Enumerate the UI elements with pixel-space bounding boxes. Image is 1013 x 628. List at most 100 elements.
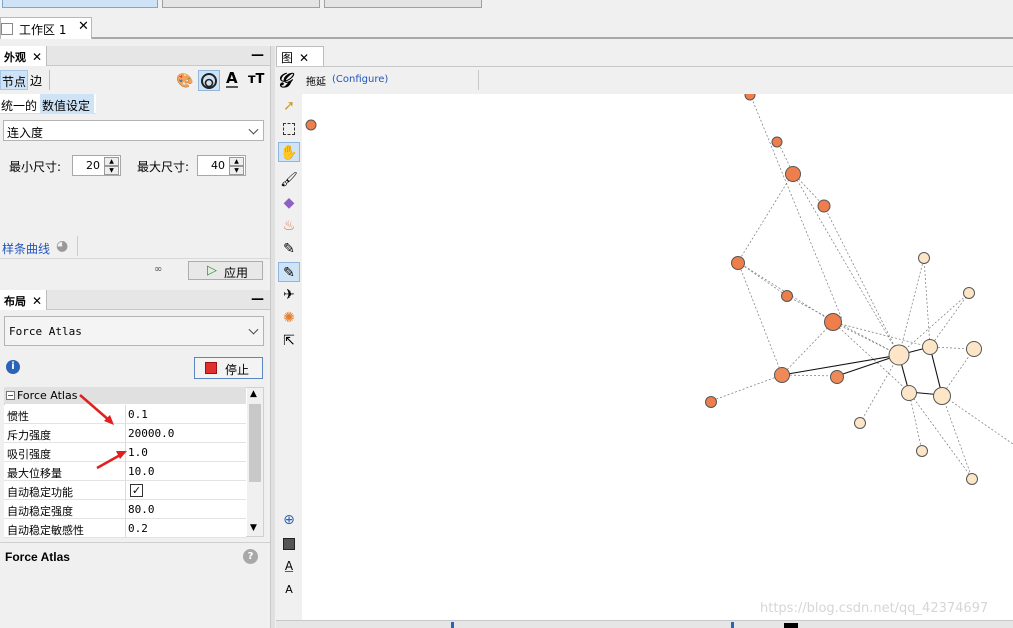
property-name: 惯性 (7, 410, 29, 423)
spline-link[interactable]: 样条曲线 (2, 240, 50, 257)
drag-label: 拖延 (306, 77, 326, 88)
label-size-icon[interactable]: тT (248, 72, 264, 87)
workspace-tab[interactable]: 工作区 1 ✕ (0, 17, 92, 39)
watermark: https://blog.csdn.net/qq_42374697 (760, 601, 989, 616)
panel-splitter[interactable] (270, 46, 275, 628)
property-row[interactable]: 自动稳定敏感性 0.2 (4, 519, 246, 538)
divider (49, 70, 50, 90)
divider (125, 481, 126, 500)
divider (478, 70, 479, 90)
collapse-icon[interactable]: − (6, 391, 15, 400)
workspace-bar: 工作区 1 ✕ (0, 17, 1013, 39)
scrollbar-thumb[interactable] (249, 404, 261, 482)
tab-data-lab[interactable] (162, 0, 320, 8)
minimize-icon[interactable]: — (251, 292, 264, 307)
graph-directed-edges (781, 346, 943, 396)
property-value[interactable]: 80.0 (128, 503, 155, 516)
main-tabs (0, 0, 1013, 10)
stop-button[interactable]: 停止 (194, 357, 263, 379)
layout-title: 布局 (4, 295, 26, 308)
property-value[interactable]: 0.1 (128, 408, 148, 421)
graph-title: 图 (281, 51, 294, 65)
close-icon[interactable]: ✕ (299, 51, 309, 65)
appearance-tab[interactable]: 外观 ✕ (0, 46, 48, 66)
property-row[interactable]: 自动稳定强度 80.0 (4, 500, 246, 519)
divider (125, 519, 126, 538)
link-icon[interactable]: ∞ (154, 264, 162, 275)
select-icon[interactable]: ➚ (278, 96, 300, 116)
bottom-toolbar (276, 620, 1013, 628)
property-name: 吸引强度 (7, 448, 51, 461)
attribute-select[interactable]: 连入度 (3, 120, 264, 141)
zoom-icon[interactable]: ⊕ (278, 510, 300, 530)
property-value[interactable]: 0.2 (128, 522, 148, 535)
property-value[interactable]: 20000.0 (128, 427, 174, 440)
max-size-spinner[interactable]: 40 ▲ ▼ (197, 155, 246, 176)
info-icon[interactable]: i (6, 360, 20, 374)
stop-label: 停止 (225, 363, 250, 377)
max-size-label: 最大尺寸: (137, 160, 190, 174)
rect-select-icon[interactable] (278, 119, 300, 139)
gephi-logo-icon: 𝒢 (277, 68, 292, 92)
graph-network (305, 89, 1013, 485)
gear-icon[interactable]: ✺ (278, 308, 300, 328)
tab-edges[interactable]: 边 (30, 72, 48, 89)
layout-tab[interactable]: 布局 ✕ (0, 290, 48, 310)
help-pointer-icon[interactable]: ⇱ (278, 331, 300, 351)
background-color-icon[interactable] (278, 534, 300, 554)
tab-preview[interactable] (324, 0, 482, 8)
appearance-title: 外观 (4, 51, 26, 64)
close-icon[interactable]: ✕ (32, 294, 42, 308)
drag-hand-icon[interactable]: ✋ (278, 142, 300, 162)
size-icon[interactable] (198, 70, 220, 91)
paint-bucket-icon[interactable]: ♨ (278, 216, 300, 236)
attribute-select-value: 连入度 (7, 126, 44, 140)
palette-icon[interactable]: 🎨 (176, 73, 193, 89)
scrollbar[interactable]: ▲ ▼ (247, 388, 263, 536)
spin-up-icon[interactable]: ▲ (104, 157, 119, 166)
algorithm-select[interactable]: Force Atlas (4, 316, 264, 346)
close-icon[interactable]: ✕ (78, 19, 89, 34)
auto-stabilize-checkbox[interactable]: ✓ (130, 484, 143, 497)
subtab-unique[interactable]: 统一的 (1, 97, 37, 114)
minimize-icon[interactable]: — (251, 48, 264, 63)
property-value[interactable]: 1.0 (128, 446, 148, 459)
plane-icon[interactable]: ✈ (278, 285, 300, 305)
property-row[interactable]: 自动稳定功能 ✓ (4, 481, 246, 500)
graph-canvas[interactable] (302, 89, 1013, 620)
appearance-panel: 外观 ✕ — 节点 边 🎨 A тT 统一的 数值设定 连入度 最小尺寸: 20… (0, 46, 270, 284)
brush-icon[interactable]: 🖌 (278, 170, 300, 190)
edge-pencil-icon[interactable]: ✎ (278, 262, 300, 282)
label-color-icon[interactable]: A (278, 556, 300, 576)
pencil-icon[interactable]: ✎ (278, 239, 300, 259)
property-name: 最大位移量 (7, 467, 62, 480)
configure-link[interactable]: (Configure) (332, 74, 388, 85)
property-name: 自动稳定强度 (7, 505, 73, 518)
graph-tab[interactable]: 图 ✕ (276, 46, 324, 66)
apply-button[interactable]: ▷ 应用 (188, 261, 263, 280)
close-icon[interactable]: ✕ (32, 50, 42, 64)
subtab-ranking[interactable]: 数值设定 (40, 94, 94, 114)
tab-nodes[interactable]: 节点 (0, 70, 28, 90)
chevron-down-icon (248, 324, 259, 335)
description-title: Force Atlas (5, 550, 70, 564)
color-swatch[interactable] (784, 623, 798, 628)
spin-down-icon[interactable]: ▼ (229, 166, 244, 175)
spline-eye-icon[interactable]: ◕ (56, 238, 68, 254)
scroll-up-icon[interactable]: ▲ (250, 389, 257, 399)
spin-up-icon[interactable]: ▲ (229, 157, 244, 166)
divider (125, 500, 126, 519)
label-font-icon[interactable]: A (278, 580, 300, 600)
property-value[interactable]: 10.0 (128, 465, 155, 478)
spin-down-icon[interactable]: ▼ (104, 166, 119, 175)
max-size-value: 40 (211, 159, 225, 172)
help-icon[interactable]: ? (243, 549, 258, 564)
min-size-spinner[interactable]: 20 ▲ ▼ (72, 155, 121, 176)
divider (731, 622, 734, 628)
property-name: 自动稳定功能 (7, 486, 73, 499)
label-color-icon[interactable]: A (226, 70, 238, 88)
scroll-down-icon[interactable]: ▼ (250, 523, 257, 533)
tab-overview[interactable] (2, 0, 158, 8)
workspace-tab-label: 工作区 1 (19, 23, 67, 37)
diamond-icon[interactable]: ◆ (278, 193, 300, 213)
